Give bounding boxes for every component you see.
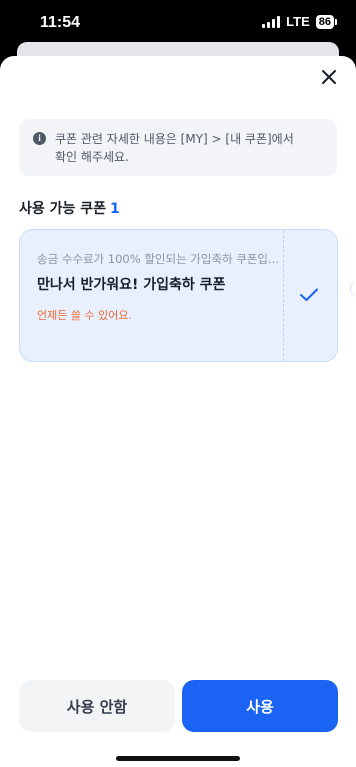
status-bar: 11:54 LTE 86 <box>0 0 356 48</box>
coupon-count: 1 <box>110 201 120 217</box>
dont-use-button[interactable]: 사용 안함 <box>19 680 175 732</box>
available-coupons-heading: 사용 가능 쿠폰 1 <box>19 198 120 218</box>
status-indicators: LTE 86 <box>262 14 338 29</box>
section-title: 사용 가능 쿠폰 <box>19 201 107 217</box>
coupon-name: 만나서 반가워요! 가입축하 쿠폰 <box>37 277 226 293</box>
close-button[interactable] <box>317 65 341 89</box>
status-time: 11:54 <box>40 14 81 31</box>
battery-icon: 86 <box>315 14 338 29</box>
checkmark-icon <box>300 288 318 301</box>
coupon-validity: 언제든 쓸 수 있어요. <box>37 309 132 322</box>
coupon-description: 송금 수수료가 100% 할인되는 가입축하 쿠폰입... <box>37 252 279 266</box>
info-text-line1: 쿠폰 관련 자세한 내용은 [MY] > [내 쿠폰]에서 <box>55 132 294 146</box>
coupon-card[interactable]: 송금 수수료가 100% 할인되는 가입축하 쿠폰입... 만나서 반가워요! … <box>19 229 356 362</box>
coupon-notch <box>350 281 356 297</box>
close-icon <box>322 70 336 84</box>
coupon-select-toggle[interactable] <box>299 287 319 307</box>
info-notice: i 쿠폰 관련 자세한 내용은 [MY] > [내 쿠폰]에서 확인 해주세요. <box>19 119 337 176</box>
coupon-divider <box>283 230 284 361</box>
coupon-bottom-sheet: i 쿠폰 관련 자세한 내용은 [MY] > [내 쿠폰]에서 확인 해주세요.… <box>0 56 356 767</box>
home-indicator <box>116 756 240 761</box>
info-icon: i <box>33 132 46 145</box>
info-text-line2: 확인 해주세요. <box>55 150 129 164</box>
signal-icon <box>262 15 281 28</box>
use-coupon-button[interactable]: 사용 <box>182 680 338 732</box>
network-type: LTE <box>286 14 310 29</box>
